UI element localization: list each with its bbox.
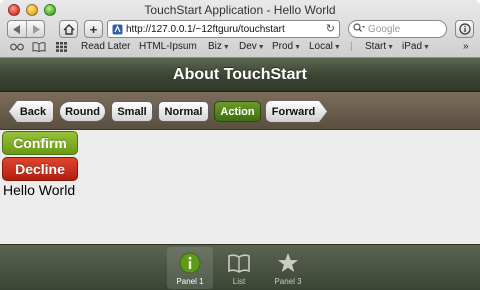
action-button[interactable]: Action [214, 101, 261, 122]
info-toolbar-button[interactable] [455, 20, 474, 38]
button-label: Normal [164, 105, 203, 118]
tab-label: Panel 3 [274, 277, 302, 286]
back-button[interactable]: Back [9, 101, 53, 122]
button-label: Action [220, 105, 255, 118]
tab-label: Panel 1 [176, 277, 204, 286]
small-button[interactable]: Small [111, 101, 153, 122]
url-text: http://127.0.0.1/~12ftguru/touchstart [126, 23, 285, 35]
bookmark-biz[interactable]: Biz▼ [208, 41, 230, 52]
book-icon [227, 251, 251, 275]
normal-button[interactable]: Normal [158, 101, 209, 122]
forward-nav-button[interactable] [26, 21, 44, 37]
site-favicon-icon [112, 24, 123, 35]
button-label: Round [65, 105, 100, 118]
round-button[interactable]: Round [59, 101, 106, 122]
home-icon [63, 23, 74, 35]
bookmark-label: Read Later [81, 41, 131, 52]
search-placeholder: Google [368, 23, 401, 35]
bookmark-label: Dev [239, 41, 257, 52]
bookmark-label: Biz [208, 41, 222, 52]
decline-button[interactable]: Decline [2, 157, 78, 181]
button-label: Small [117, 105, 147, 118]
button-toolbar: Back Round Small Normal Action Forward [0, 92, 480, 130]
search-field[interactable]: Google [348, 20, 447, 38]
chevron-down-icon: ▼ [257, 44, 265, 51]
forward-arrow-icon [32, 24, 40, 34]
app-title-bar: About TouchStart [0, 58, 480, 92]
body-text: Hello World [3, 182, 76, 198]
add-bookmark-button[interactable]: + [84, 20, 103, 38]
open-book-icon[interactable] [32, 42, 46, 55]
bookmark-label: Local [309, 41, 333, 52]
history-nav [7, 20, 45, 38]
bookmark-ipad[interactable]: iPad▼ [402, 41, 430, 52]
bookmark-label: HTML-Ipsum [139, 41, 197, 52]
top-sites-grid-icon[interactable] [56, 42, 67, 55]
forward-button[interactable]: Forward [266, 101, 327, 122]
bookmark-start[interactable]: Start▼ [365, 41, 394, 52]
chevron-down-icon: ▼ [423, 44, 430, 51]
panel-content: Confirm Decline Hello World [0, 131, 480, 244]
bookmark-read-later[interactable]: Read Later [81, 41, 130, 52]
address-bar[interactable]: http://127.0.0.1/~12ftguru/touchstart ↻ [107, 20, 340, 38]
bookmark-label: Start [365, 41, 387, 52]
bookmark-dev[interactable]: Dev▼ [239, 41, 265, 52]
plus-icon: + [89, 21, 98, 37]
chevron-down-icon: ▼ [333, 44, 341, 51]
button-label: Back [19, 105, 47, 118]
browser-window: TouchStart Application - Hello World + h… [0, 0, 480, 290]
back-nav-button[interactable] [8, 21, 26, 37]
button-label: Forward [271, 105, 316, 118]
star-icon [276, 251, 300, 275]
confirm-button[interactable]: Confirm [2, 131, 78, 155]
bookmark-local[interactable]: Local▼ [309, 41, 341, 52]
bookmark-prod[interactable]: Prod▼ [272, 41, 301, 52]
bookmarks-overflow-button[interactable]: » [463, 41, 469, 52]
search-icon [353, 22, 365, 36]
bookmarks-bar: Read Later HTML-Ipsum Biz▼ Dev▼ Prod▼ Lo… [0, 40, 480, 56]
home-button[interactable] [59, 20, 78, 38]
browser-toolbar: + http://127.0.0.1/~12ftguru/touchstart … [0, 19, 480, 39]
window-title: TouchStart Application - Hello World [144, 3, 336, 17]
touchstart-app: About TouchStart Back Round Small Normal… [0, 58, 480, 290]
chevron-down-icon: ▼ [222, 44, 230, 51]
reload-icon[interactable]: ↻ [326, 22, 335, 35]
bookmark-html-ipsum[interactable]: HTML-Ipsum [139, 41, 197, 52]
tab-label: List [232, 277, 246, 286]
bookmark-label: Prod [272, 41, 294, 52]
tab-panel-3[interactable]: Panel 3 [265, 247, 311, 289]
tab-list[interactable]: List [216, 247, 262, 289]
chevron-down-icon: ▼ [387, 44, 395, 51]
tab-bar: Panel 1 List Panel 3 [0, 244, 480, 290]
info-circle-icon [458, 23, 471, 35]
page-title: About TouchStart [173, 66, 307, 83]
back-arrow-icon [13, 24, 20, 34]
reading-glasses-icon[interactable] [10, 42, 24, 54]
bookmark-label: iPad [402, 41, 423, 52]
tab-panel-1[interactable]: Panel 1 [167, 247, 213, 289]
bookmark-separator: | [350, 41, 353, 52]
info-icon [178, 251, 202, 275]
browser-chrome: TouchStart Application - Hello World + h… [0, 0, 480, 58]
chevron-down-icon: ▼ [294, 44, 302, 51]
